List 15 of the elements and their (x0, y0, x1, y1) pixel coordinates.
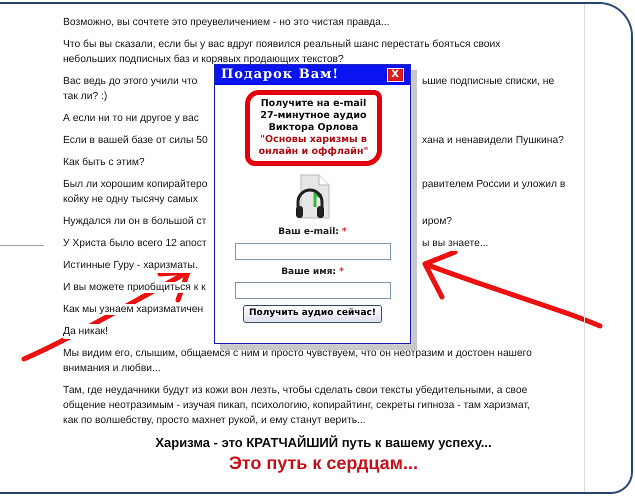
input-field[interactable] (234, 282, 390, 299)
input-field[interactable] (234, 242, 390, 260)
required-mark: * (339, 266, 344, 276)
audio-file-icon (294, 174, 330, 220)
field-label: Ваш e-mail: * (277, 226, 348, 239)
offer-title: онлайн и оффлайн" (258, 146, 370, 158)
offer-text: Получите на e-mail (260, 98, 368, 110)
field-label: Ваше имя: * (280, 266, 345, 278)
submit-button[interactable]: Получить аудио сейчас! (243, 305, 382, 322)
required-mark: * (342, 227, 347, 237)
offer-title: "Основы харизмы в (259, 134, 368, 146)
offer-text: Виктора Орлова (268, 122, 360, 134)
close-button[interactable]: X (387, 68, 404, 82)
popup-title: Подарок Вам! (221, 66, 340, 84)
offer-text: 27-минутное аудио (259, 110, 368, 122)
